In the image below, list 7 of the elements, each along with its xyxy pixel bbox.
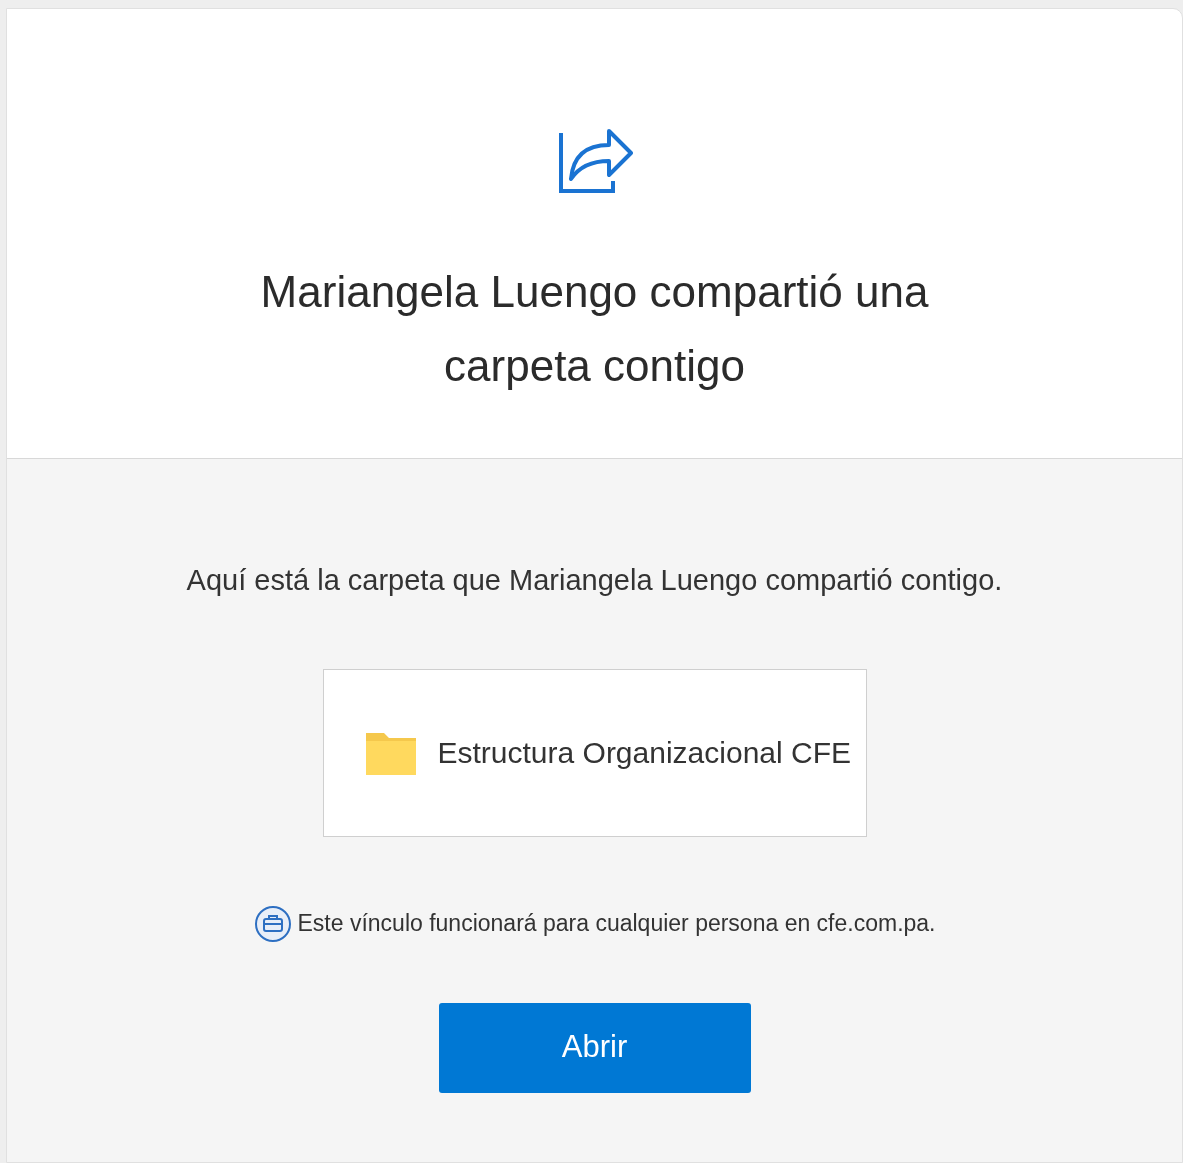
shared-item-card[interactable]: Estructura Organizacional CFE [322, 668, 867, 837]
item-name: Estructura Organizacional CFE [437, 735, 851, 771]
dialog-title: Mariangela Luengo compartió una carpeta contigo [259, 266, 930, 392]
briefcase-icon [253, 904, 292, 943]
open-button[interactable]: Abrir [438, 1002, 751, 1093]
share-message: Aquí está la carpeta que Mariangela Luengo compartió contigo. [186, 563, 1003, 598]
link-notice: Este vínculo funcionará para cualquier persona en cfe.com.pa. [297, 909, 936, 939]
